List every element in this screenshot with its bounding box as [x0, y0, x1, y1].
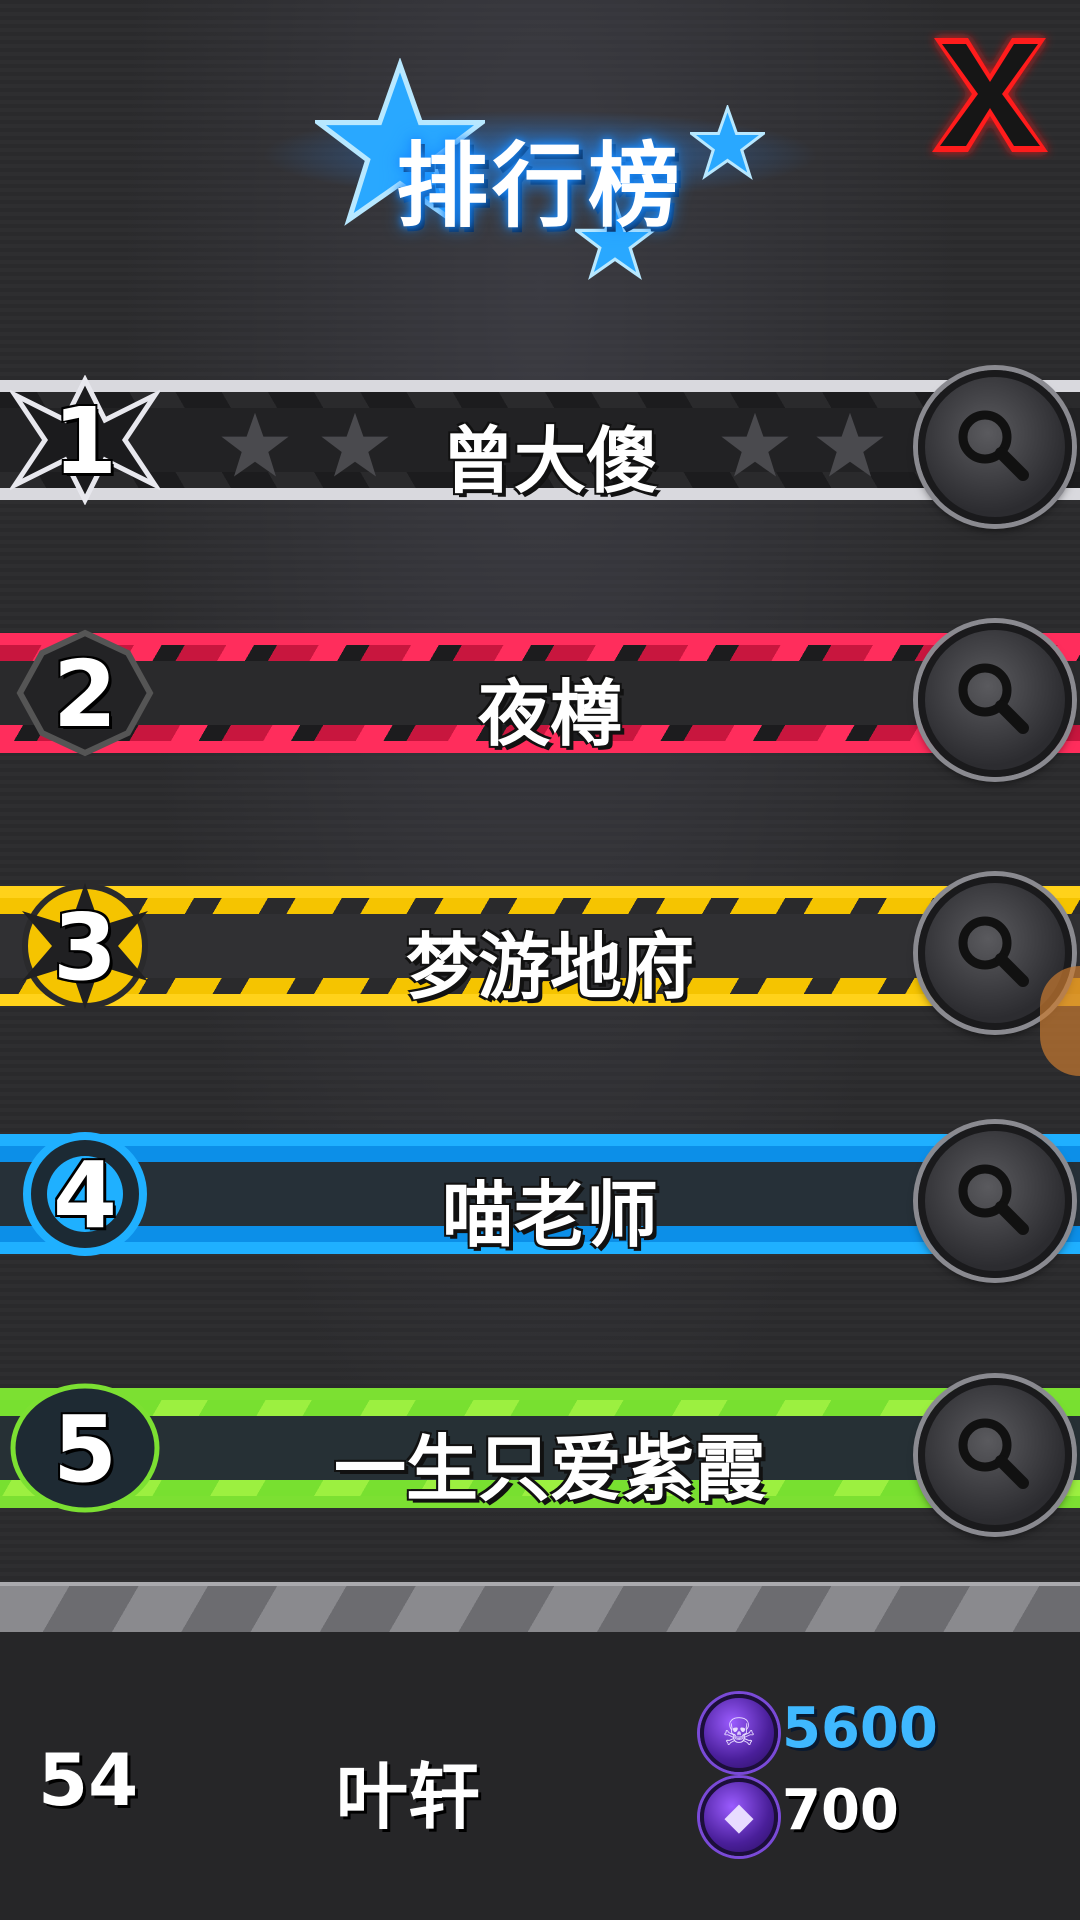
- leaderboard-header: 排行榜: [0, 0, 1080, 290]
- close-button[interactable]: [920, 30, 1060, 160]
- purple-skull-coin-icon: ☠: [700, 1694, 778, 1772]
- player-name: 一生只爱紫霞: [333, 1427, 766, 1511]
- leaderboard-row: 5 一生只爱紫霞: [0, 1348, 1080, 1548]
- rank-number: 5: [52, 1396, 117, 1503]
- search-icon: [958, 916, 1029, 987]
- view-player-button[interactable]: [918, 1378, 1072, 1532]
- my-rank-number: 54: [38, 1738, 139, 1822]
- search-icon: [958, 663, 1029, 734]
- player-name: 喵老师: [441, 1173, 658, 1257]
- rank-number: 3: [52, 894, 117, 1001]
- leaderboard-row: 4 喵老师: [0, 1094, 1080, 1294]
- view-player-button[interactable]: [918, 623, 1072, 777]
- view-player-button[interactable]: [918, 1124, 1072, 1278]
- rank-number: 2: [52, 641, 117, 748]
- search-icon: [958, 1418, 1029, 1489]
- my-rank-panel: 54 叶轩 ☠ 5600 ◆ 700: [0, 1632, 1080, 1920]
- page-title: 排行榜: [395, 133, 684, 240]
- leaderboard-row: 2 夜樽: [0, 593, 1080, 793]
- player-name: 梦游地府: [405, 925, 694, 1009]
- player-name: 曾大傻: [441, 419, 658, 503]
- my-player-name: 叶轩: [336, 1755, 481, 1839]
- footer-divider: [0, 1582, 1080, 1636]
- leaderboard-row: 1 曾大傻: [0, 340, 1080, 540]
- rank-number: 1: [52, 388, 117, 495]
- currency-1-value: 5600: [782, 1696, 938, 1761]
- player-name: 夜樽: [477, 672, 622, 756]
- search-icon: [958, 1164, 1029, 1235]
- currency-2-value: 700: [782, 1778, 899, 1843]
- leaderboard-row: 3 梦游地府: [0, 846, 1080, 1046]
- view-player-button[interactable]: [918, 370, 1072, 524]
- purple-gem-coin-icon: ◆: [700, 1778, 778, 1856]
- rank-number: 4: [52, 1142, 117, 1249]
- close-x-icon: [932, 38, 1048, 152]
- search-icon: [958, 410, 1029, 481]
